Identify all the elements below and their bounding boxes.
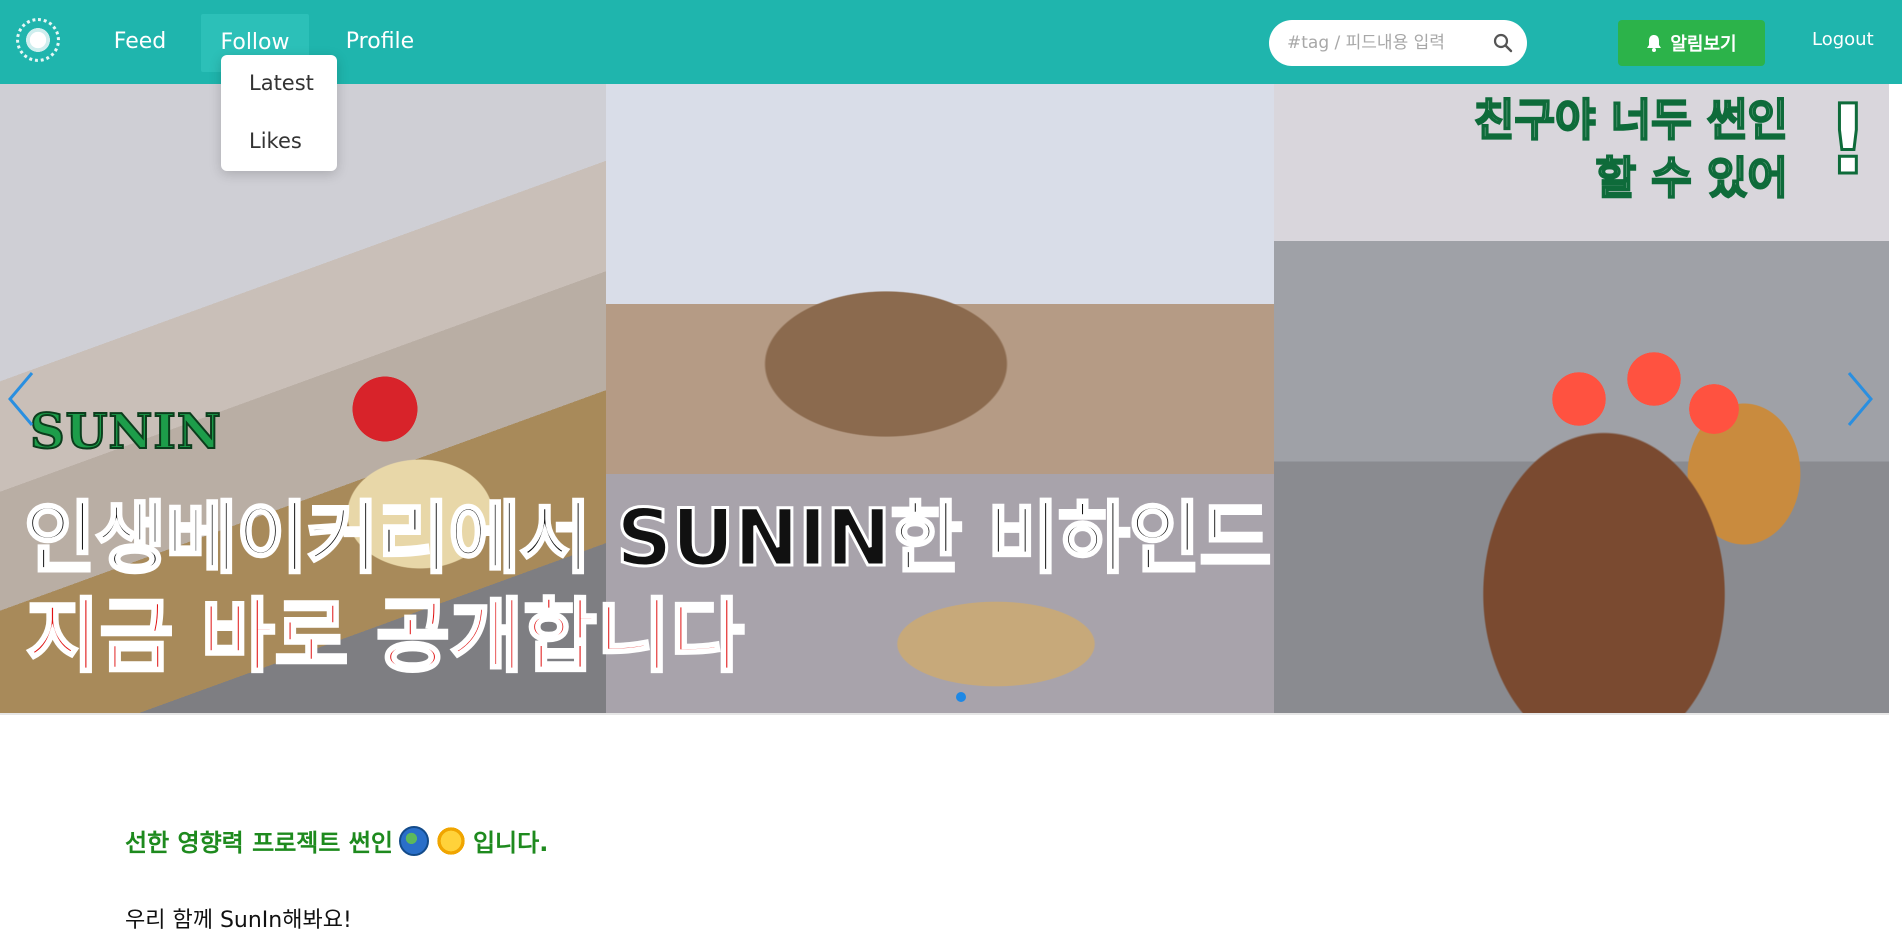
banner-side-caption: 친구야 너두 썬인 할 수 있어 — [1458, 92, 1789, 208]
banner-side-caption-line1: 친구야 너두 썬인 — [1473, 94, 1789, 147]
divider — [0, 713, 1889, 715]
banner-headline-line2: 지금 바로 공개합니다 — [24, 589, 745, 685]
carousel-next-arrow-icon[interactable] — [1845, 369, 1875, 429]
follow-dropdown: Latest Likes — [221, 55, 337, 171]
notify-button[interactable]: 알림보기 — [1618, 20, 1765, 66]
banner-carousel: SUNIN 인생베이커리에서 SUNIN한 비하인드 지금 바로 공개합니다 친… — [0, 84, 1889, 713]
search-icon[interactable] — [1493, 33, 1513, 53]
carousel-indicator-dot[interactable] — [956, 692, 966, 702]
nav-feed[interactable]: Feed — [95, 0, 185, 84]
carousel-prev-arrow-icon[interactable] — [6, 369, 36, 429]
sun-logo-icon[interactable] — [16, 18, 60, 62]
search-box — [1269, 20, 1527, 66]
nav-profile[interactable]: Profile — [330, 0, 430, 84]
bell-icon — [1647, 35, 1662, 52]
banner-side-caption-line2: 할 수 있어 — [1594, 152, 1789, 205]
intro-text-after: 입니다. — [472, 829, 549, 857]
dropdown-item-likes[interactable]: Likes — [249, 129, 302, 153]
intro-text-before: 선한 영향력 프로젝트 썬인 — [125, 829, 393, 857]
banner-brand-text: SUNIN — [29, 403, 222, 461]
search-input[interactable] — [1287, 20, 1487, 66]
banner-exclamation: ! — [1825, 84, 1872, 198]
notify-label: 알림보기 — [1670, 34, 1737, 55]
globe-icon — [398, 825, 429, 856]
dropdown-item-latest[interactable]: Latest — [249, 71, 314, 95]
logout-link[interactable]: Logout — [1812, 29, 1874, 50]
intro-text: 선한 영향력 프로젝트 썬인 입니다. — [125, 823, 548, 858]
sun-icon — [434, 824, 467, 857]
together-text: 우리 함께 SunIn해봐요! — [125, 908, 352, 933]
